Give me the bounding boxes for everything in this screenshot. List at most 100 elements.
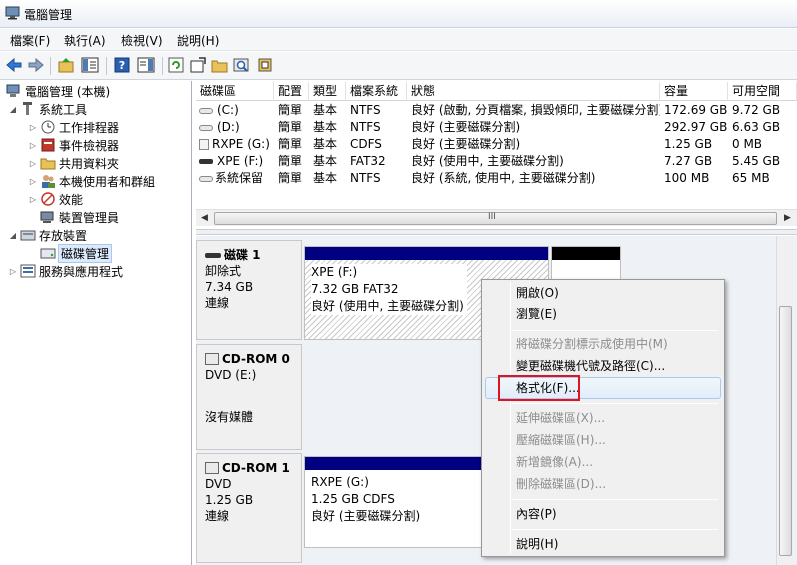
menu-item-add-mirror: 新增鏡像(A)... xyxy=(516,455,594,469)
forward-icon[interactable] xyxy=(26,55,46,75)
column-layout[interactable]: 配置 xyxy=(274,82,309,101)
primary-partition-bar xyxy=(305,247,548,260)
collapsed-arrow-icon[interactable]: ▷ xyxy=(8,267,18,276)
column-type[interactable]: 類型 xyxy=(309,82,346,101)
properties-pane-icon[interactable] xyxy=(136,55,156,75)
tree-item-system-tools[interactable]: ◢ 系統工具 xyxy=(8,100,87,118)
clock-icon xyxy=(40,119,56,135)
menu-item-mark-active: 將磁碟分割標示成使用中(M) xyxy=(516,337,668,351)
performance-icon xyxy=(40,191,56,207)
help-icon[interactable]: ? xyxy=(112,55,132,75)
cd-drive-icon xyxy=(199,139,209,150)
menu-item-extend: 延伸磁碟區(X)... xyxy=(516,411,606,425)
tree-item-event-viewer[interactable]: ▷ 事件檢視器 xyxy=(28,136,119,154)
scroll-grip: III xyxy=(488,212,496,222)
show-hide-tree-icon[interactable] xyxy=(80,55,100,75)
highlight-box xyxy=(498,375,580,401)
scroll-thumb[interactable]: III xyxy=(214,212,777,225)
tree-item-services[interactable]: ▷ 服務與應用程式 xyxy=(8,262,123,280)
svg-text:?: ? xyxy=(119,59,125,72)
tree-item-root[interactable]: 電腦管理 (本機) xyxy=(4,82,110,100)
export-icon[interactable] xyxy=(256,55,276,75)
table-row[interactable]: 系統保留 簡單 基本 NTFS 良好 (系統, 使用中, 主要磁碟分割) 100… xyxy=(196,170,797,187)
drive-icon xyxy=(199,124,213,131)
collapsed-arrow-icon[interactable]: ▷ xyxy=(28,195,38,204)
settings-icon[interactable] xyxy=(188,55,208,75)
tree-item-disk-management[interactable]: 磁碟管理 xyxy=(38,243,113,263)
cd-rom-1-label[interactable]: CD-ROM 1 DVD 1.25 GB 連線 xyxy=(196,453,302,563)
removable-drive-icon xyxy=(205,252,221,258)
volume-rxpe-g[interactable]: RXPE (G:) 1.25 GB CDFS 良好 (主要磁碟分割) xyxy=(304,456,484,548)
primary-partition-bar xyxy=(305,457,483,470)
back-icon[interactable] xyxy=(4,55,24,75)
shared-folder-icon xyxy=(40,155,56,171)
horizontal-scrollbar[interactable]: ◀ III ▶ xyxy=(196,209,797,226)
menu-item-explore[interactable]: 瀏覽(E) xyxy=(516,304,557,324)
menu-item-shrink: 壓縮磁碟區(H)... xyxy=(516,433,606,447)
cd-drive-icon xyxy=(205,353,219,365)
collapsed-arrow-icon[interactable]: ▷ xyxy=(28,159,38,168)
toolbar: ? xyxy=(0,52,797,80)
menu-item-help[interactable]: 說明(H) xyxy=(516,534,558,554)
column-capacity[interactable]: 容量 xyxy=(660,82,728,101)
device-manager-icon xyxy=(40,209,56,225)
cd-rom-0-label[interactable]: CD-ROM 0 DVD (E:) 沒有媒體 xyxy=(196,344,302,450)
tree-item-device-manager[interactable]: 裝置管理員 xyxy=(38,208,119,226)
scroll-right-icon[interactable]: ▶ xyxy=(784,213,791,223)
collapsed-arrow-icon[interactable]: ▷ xyxy=(28,123,38,132)
tools-icon xyxy=(20,101,36,117)
disk-1-label[interactable]: 磁碟 1 卸除式 7.34 GB 連線 xyxy=(196,240,302,340)
refresh-icon[interactable] xyxy=(166,55,186,75)
search-icon[interactable] xyxy=(232,55,252,75)
menu-bar: 檔案(F) 執行(A) 檢視(V) 說明(H) xyxy=(0,29,797,51)
tree-item-performance[interactable]: ▷ 效能 xyxy=(28,190,83,208)
table-row[interactable]: XPE (F:) 簡單 基本 FAT32 良好 (使用中, 主要磁碟分割) 7.… xyxy=(196,153,797,170)
up-folder-icon[interactable] xyxy=(56,55,76,75)
context-menu: 開啟(O) 瀏覽(E) 將磁碟分割標示成使用中(M) 變更磁碟機代號及路徑(C)… xyxy=(481,279,725,557)
tree-item-storage[interactable]: ◢ 存放裝置 xyxy=(8,226,87,244)
menu-view[interactable]: 檢視(V) xyxy=(119,32,165,49)
column-file-system[interactable]: 檔案系統 xyxy=(346,82,407,101)
column-free-space[interactable]: 可用空間 xyxy=(728,82,797,101)
menu-action[interactable]: 執行(A) xyxy=(62,32,108,49)
menu-item-open[interactable]: 開啟(O) xyxy=(516,283,559,303)
menu-help[interactable]: 說明(H) xyxy=(175,32,221,49)
table-row[interactable]: RXPE (G:) 簡單 基本 CDFS 良好 (主要磁碟分割) 1.25 GB… xyxy=(196,136,797,153)
tree-item-task-scheduler[interactable]: ▷ 工作排程器 xyxy=(28,118,119,136)
volume-list-header: 磁碟區 配置 類型 檔案系統 狀態 容量 可用空間 xyxy=(196,82,797,101)
unallocated-bar xyxy=(552,247,620,260)
column-status[interactable]: 狀態 xyxy=(407,82,660,101)
disk-management-icon xyxy=(40,245,56,261)
vertical-scrollbar[interactable] xyxy=(776,236,793,565)
menu-item-properties[interactable]: 內容(P) xyxy=(516,504,557,524)
tree-item-local-users[interactable]: ▷ 本機使用者和群組 xyxy=(28,172,155,190)
navigation-tree: 電腦管理 (本機) ◢ 系統工具 ▷ 工作排程器 ▷ 事件檢視器 ▷ 共用資料夾… xyxy=(0,81,192,565)
drive-icon xyxy=(199,107,213,114)
drive-icon xyxy=(199,175,213,182)
cd-drive-icon xyxy=(205,462,219,474)
collapsed-arrow-icon[interactable]: ▷ xyxy=(28,141,38,150)
table-row[interactable]: (C:) 簡單 基本 NTFS 良好 (啟動, 分頁檔案, 損毀傾印, 主要磁碟… xyxy=(196,102,797,119)
scroll-left-icon[interactable]: ◀ xyxy=(201,213,208,223)
title-bar: 電腦管理 xyxy=(0,0,797,28)
menu-file[interactable]: 檔案(F) xyxy=(8,32,52,49)
removable-drive-icon xyxy=(199,159,213,164)
table-row[interactable]: (D:) 簡單 基本 NTFS 良好 (主要磁碟分割) 292.97 GB 6.… xyxy=(196,119,797,136)
computer-management-icon xyxy=(5,6,21,20)
menu-item-change-letter[interactable]: 變更磁碟機代號及路徑(C)... xyxy=(516,356,665,376)
expanded-arrow-icon[interactable]: ◢ xyxy=(8,231,18,240)
menu-item-delete: 刪除磁碟區(D)... xyxy=(516,477,607,491)
column-volume[interactable]: 磁碟區 xyxy=(196,82,274,101)
services-icon xyxy=(20,263,36,279)
window-title: 電腦管理 xyxy=(24,8,73,22)
computer-icon xyxy=(6,83,22,99)
tree-item-shared-folders[interactable]: ▷ 共用資料夾 xyxy=(28,154,119,172)
expanded-arrow-icon[interactable]: ◢ xyxy=(8,105,18,114)
event-viewer-icon xyxy=(40,137,56,153)
pane-splitter[interactable] xyxy=(196,229,797,235)
users-icon xyxy=(40,173,56,189)
scroll-thumb[interactable] xyxy=(779,306,792,556)
collapsed-arrow-icon[interactable]: ▷ xyxy=(28,177,38,186)
open-folder-icon[interactable] xyxy=(210,55,230,75)
storage-icon xyxy=(20,227,36,243)
